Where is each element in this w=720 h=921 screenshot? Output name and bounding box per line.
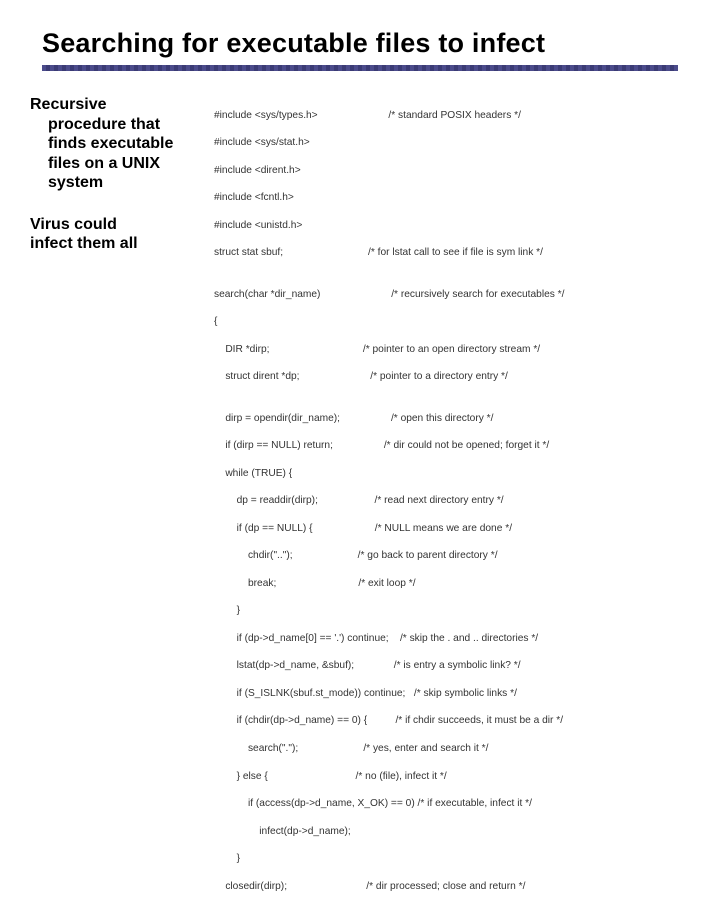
para1-line4: files on a UNIX [30, 154, 208, 174]
para2-line1: Virus could [30, 216, 117, 233]
code-line: lstat(dp->d_name, &sbuf); /* is entry a … [214, 659, 564, 673]
code-line: if (chdir(dp->d_name) == 0) { /* if chdi… [214, 714, 564, 728]
code-line: break; /* exit loop */ [214, 577, 564, 591]
paragraph-1: Recursive procedure that finds executabl… [30, 95, 208, 193]
code-block: #include <sys/types.h> /* standard POSIX… [214, 95, 564, 921]
code-line: #include <fcntl.h> [214, 191, 564, 205]
code-line: } else { /* no (file), infect it */ [214, 770, 564, 784]
code-line: } [214, 852, 564, 866]
paragraph-2: Virus could infect them all [30, 215, 208, 254]
code-line: #include <dirent.h> [214, 164, 564, 178]
code-line: if (dp == NULL) { /* NULL means we are d… [214, 522, 564, 536]
code-line: #include <sys/stat.h> [214, 136, 564, 150]
code-line: closedir(dirp); /* dir processed; close … [214, 880, 564, 894]
slide-body: Recursive procedure that finds executabl… [0, 81, 720, 921]
code-line: struct dirent *dp; /* pointer to a direc… [214, 370, 564, 384]
code-line: struct stat sbuf; /* for lstat call to s… [214, 246, 564, 260]
para1-line1: Recursive [30, 96, 107, 113]
para2-line2: infect them all [30, 235, 138, 252]
title-rule [42, 65, 678, 71]
code-line: if (dp->d_name[0] == '.') continue; /* s… [214, 632, 564, 646]
para1-line2: procedure that [30, 115, 208, 135]
code-line: dp = readdir(dirp); /* read next directo… [214, 494, 564, 508]
slide: Searching for executable files to infect… [0, 0, 720, 540]
left-column: Recursive procedure that finds executabl… [30, 95, 214, 276]
code-line: while (TRUE) { [214, 467, 564, 481]
para1-line5: system [30, 173, 208, 193]
code-line: if (S_ISLNK(sbuf.st_mode)) continue; /* … [214, 687, 564, 701]
code-line: #include <sys/types.h> /* standard POSIX… [214, 109, 564, 123]
code-line: if (access(dp->d_name, X_OK) == 0) /* if… [214, 797, 564, 811]
code-line: } [214, 604, 564, 618]
code-line: search(char *dir_name) /* recursively se… [214, 288, 564, 302]
code-line: infect(dp->d_name); [214, 825, 564, 839]
code-line: { [214, 315, 564, 329]
slide-title: Searching for executable files to infect [0, 0, 720, 65]
code-line: if (dirp == NULL) return; /* dir could n… [214, 439, 564, 453]
code-line: DIR *dirp; /* pointer to an open directo… [214, 343, 564, 357]
para1-line3: finds executable [30, 134, 208, 154]
code-line: #include <unistd.h> [214, 219, 564, 233]
code-line: search("."); /* yes, enter and search it… [214, 742, 564, 756]
code-line: chdir(".."); /* go back to parent direct… [214, 549, 564, 563]
code-line: dirp = opendir(dir_name); /* open this d… [214, 412, 564, 426]
